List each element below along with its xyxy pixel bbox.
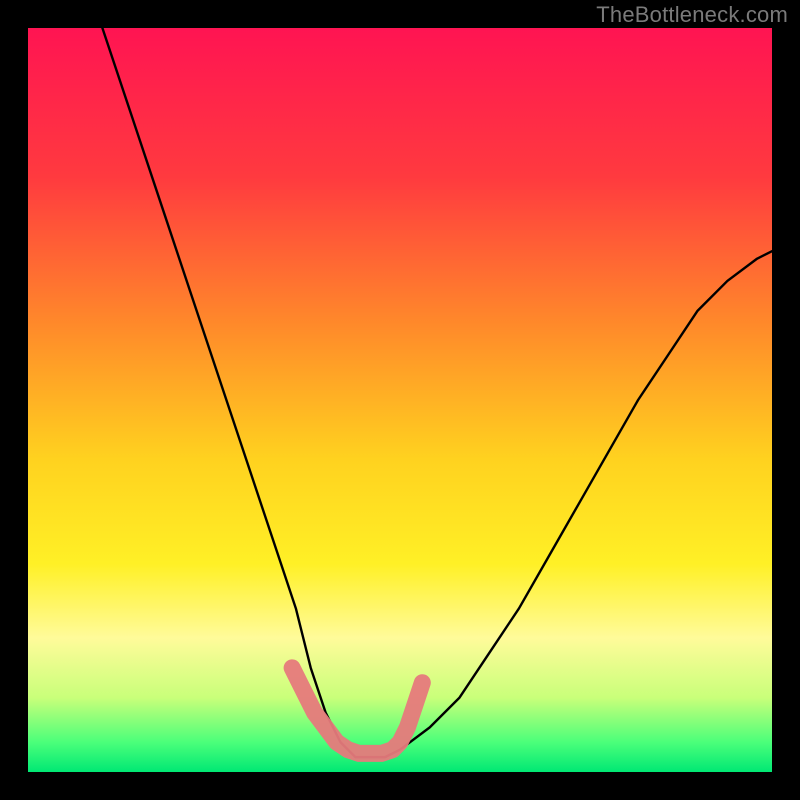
chart-frame: TheBottleneck.com [0, 0, 800, 800]
bottleneck-chart [0, 0, 800, 800]
watermark-text: TheBottleneck.com [596, 2, 788, 28]
